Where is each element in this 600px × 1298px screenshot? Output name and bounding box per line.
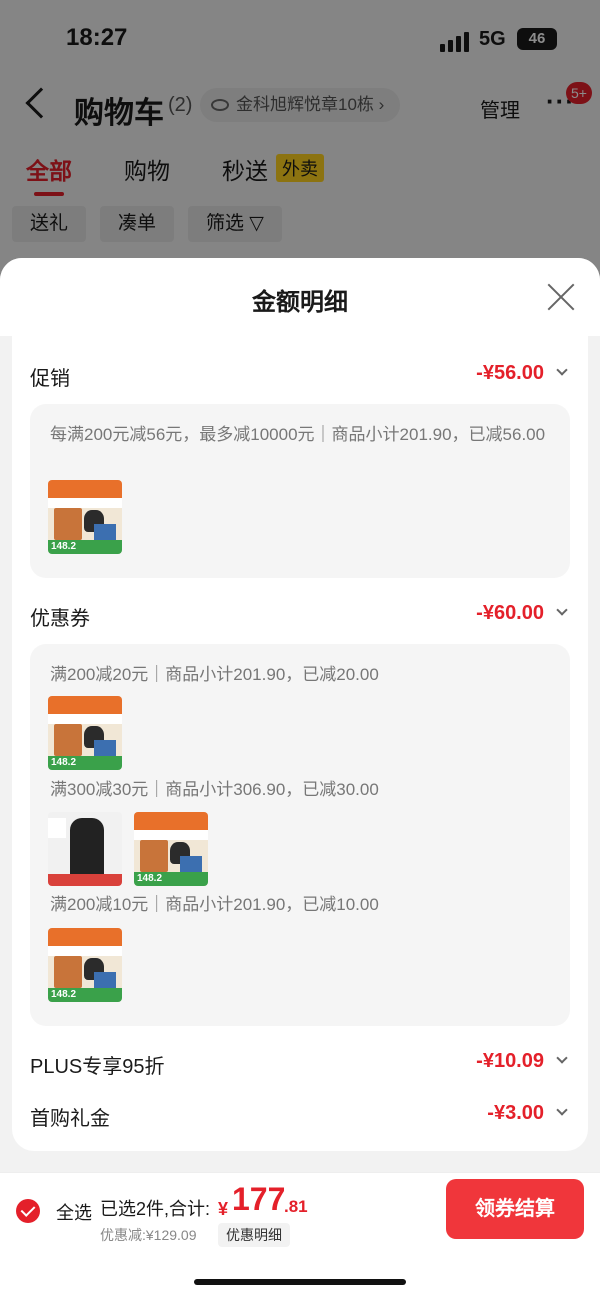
coupon-detail-box: 满200减20元｜商品小计201.90，已减20.00 148.2 满300减3… bbox=[30, 644, 570, 1026]
plus-label: PLUS专享95折 bbox=[30, 1056, 165, 1078]
plus-discount-row[interactable]: PLUS专享95折 -¥10.09 bbox=[30, 1044, 570, 1084]
first-purchase-label: 首购礼金 bbox=[30, 1108, 110, 1130]
first-purchase-amount: -¥3.00 bbox=[487, 1102, 544, 1124]
select-all-label[interactable]: 全选 bbox=[56, 1199, 92, 1225]
discount-detail-button[interactable]: 优惠明细 bbox=[218, 1223, 290, 1247]
promo-desc: 每满200元减56元，最多减10000元｜商品小计201.90，已减56.00 bbox=[50, 425, 546, 444]
select-all-checkbox[interactable] bbox=[16, 1199, 40, 1223]
sheet-title: 金额明细 bbox=[252, 289, 348, 316]
promo-detail-box: 每满200元减56元，最多减10000元｜商品小计201.90，已减56.00 … bbox=[30, 404, 570, 578]
close-icon[interactable] bbox=[546, 282, 576, 312]
promo-label: 促销 bbox=[30, 368, 70, 390]
selected-info: 已选2件,合计: bbox=[100, 1199, 211, 1219]
coupon-amount: -¥60.00 bbox=[476, 602, 544, 624]
first-purchase-row[interactable]: 首购礼金 -¥3.00 bbox=[30, 1096, 570, 1136]
chevron-down-icon bbox=[556, 1104, 568, 1116]
promo-row[interactable]: 促销 -¥56.00 bbox=[30, 356, 570, 396]
coupon-desc-1: 满200减20元｜商品小计201.90，已减20.00 bbox=[50, 665, 379, 684]
plus-amount: -¥10.09 bbox=[476, 1050, 544, 1072]
amount-detail-card: 促销 -¥56.00 每满200元减56元，最多减10000元｜商品小计201.… bbox=[12, 336, 588, 1151]
total-cents: .81 bbox=[284, 1197, 308, 1216]
checkout-button[interactable]: 领券结算 bbox=[446, 1179, 584, 1239]
promo-amount: -¥56.00 bbox=[476, 362, 544, 384]
product-thumbnail[interactable] bbox=[48, 812, 122, 886]
saved-amount: 优惠减:¥129.09 bbox=[100, 1227, 197, 1243]
thumb-price: 148.2 bbox=[51, 757, 77, 768]
home-indicator bbox=[194, 1279, 406, 1285]
amount-detail-sheet: 金额明细 促销 -¥56.00 每满200元减56元，最多减10000元｜商品小… bbox=[0, 258, 600, 1298]
thumb-price: 148.2 bbox=[51, 541, 77, 552]
coupon-desc-2: 满300减30元｜商品小计306.90，已减30.00 bbox=[50, 780, 379, 799]
chevron-down-icon bbox=[556, 604, 568, 616]
coupon-row[interactable]: 优惠券 -¥60.00 bbox=[30, 596, 570, 636]
currency-symbol: ¥ bbox=[218, 1199, 229, 1219]
chevron-down-icon bbox=[556, 1052, 568, 1064]
product-thumbnail[interactable]: 148.2 bbox=[134, 812, 208, 886]
product-thumbnail[interactable]: 148.2 bbox=[48, 480, 122, 554]
product-thumbnail[interactable]: 148.2 bbox=[48, 696, 122, 770]
coupon-label: 优惠券 bbox=[30, 608, 90, 630]
thumb-price: 148.2 bbox=[137, 873, 163, 884]
checkout-bar: 全选 已选2件,合计: ¥ 177 .81 优惠减:¥129.09 优惠明细 领… bbox=[0, 1172, 600, 1298]
thumb-price: 148.2 bbox=[51, 989, 77, 1000]
coupon-desc-3: 满200减10元｜商品小计201.90，已减10.00 bbox=[50, 895, 379, 914]
sheet-header: 金额明细 bbox=[0, 258, 600, 336]
total-amount: 177 bbox=[232, 1181, 286, 1217]
chevron-down-icon bbox=[556, 364, 568, 376]
product-thumbnail[interactable]: 148.2 bbox=[48, 928, 122, 1002]
